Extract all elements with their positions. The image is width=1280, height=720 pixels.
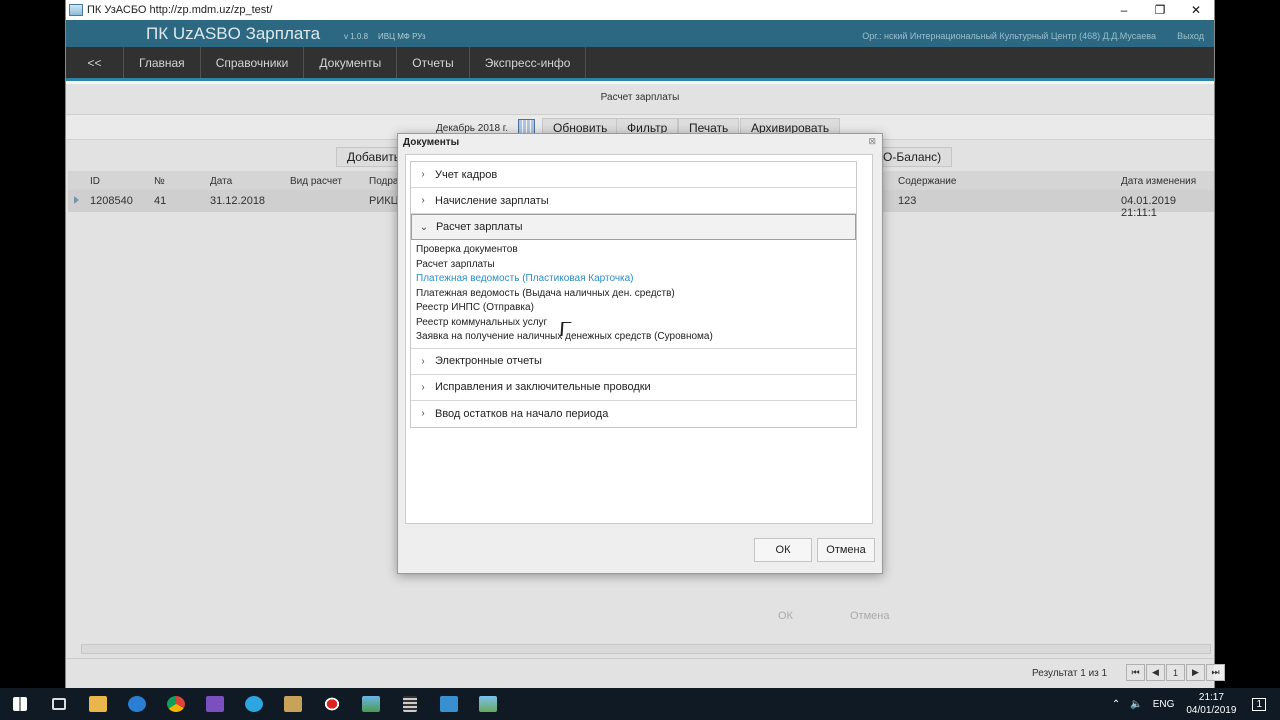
photos-icon[interactable] (468, 688, 507, 720)
edge-icon[interactable] (117, 688, 156, 720)
document-link-highlighted[interactable]: Платежная ведомость (Пластиковая Карточк… (416, 273, 856, 288)
accordion-section-payroll[interactable]: ⌄ Расчет зарплаты (411, 214, 856, 240)
clock-time: 21:17 (1198, 692, 1224, 703)
window-title: ПК УзАСБО http://zp.mdm.uz/zp_test/ (87, 4, 273, 16)
section-label: Начисление зарплаты (435, 194, 549, 207)
chevron-up-icon[interactable]: ⌃ (1112, 699, 1120, 710)
document-link[interactable]: Заявка на получение наличных денежных ср… (416, 331, 856, 346)
documents-dialog: Документы ⊠ › Учет кадров › Начисление з… (397, 133, 883, 574)
language-indicator[interactable]: ENG (1153, 699, 1175, 710)
file-explorer-icon[interactable] (78, 688, 117, 720)
section-label: Учет кадров (435, 168, 498, 181)
accordion-section-accrual[interactable]: › Начисление зарплаты (411, 188, 856, 214)
payroll-document-list: Проверка документов Расчет зарплаты Плат… (411, 240, 856, 349)
taskbar: ⌃ 🔈 ENG 21:17 04/01/2019 1 (0, 688, 1280, 720)
documents-accordion: › Учет кадров › Начисление зарплаты ⌄ Ра… (410, 161, 857, 428)
record-icon[interactable] (312, 688, 351, 720)
windows-icon[interactable] (0, 688, 39, 720)
dialog-title: Документы (403, 137, 460, 148)
accordion-section-corrections[interactable]: › Исправления и заключительные проводки (411, 374, 856, 401)
speaker-icon[interactable]: 🔈 (1130, 699, 1142, 710)
cancel-button[interactable]: Отмена (817, 538, 875, 562)
window-titlebar: ПК УзАСБО http://zp.mdm.uz/zp_test/ – ❐ … (66, 0, 1214, 20)
dialog-body: › Учет кадров › Начисление зарплаты ⌄ Ра… (405, 154, 873, 524)
app-window-icon (69, 4, 83, 16)
dialog-close-icon[interactable]: ⊠ (868, 136, 876, 147)
telegram-icon[interactable] (234, 688, 273, 720)
app-icon[interactable] (273, 688, 312, 720)
remote-desktop-icon[interactable] (429, 688, 468, 720)
document-link[interactable]: Платежная ведомость (Выдача наличных ден… (416, 288, 856, 303)
chevron-right-icon: › (421, 355, 425, 367)
chevron-down-icon: ⌄ (419, 221, 429, 233)
clock-date: 04/01/2019 (1186, 705, 1237, 716)
calculator-icon[interactable] (390, 688, 429, 720)
document-link[interactable]: Проверка документов (416, 244, 856, 259)
accordion-section-balances[interactable]: › Ввод остатков на начало периода (411, 400, 856, 427)
section-label: Исправления и заключительные проводки (435, 381, 651, 393)
system-tray: ⌃ 🔈 ENG 21:17 04/01/2019 1 (1102, 688, 1280, 720)
minimize-button[interactable]: – (1106, 0, 1142, 20)
background-cancel-button: Отмена (850, 610, 890, 622)
section-label: Расчет зарплаты (436, 221, 523, 233)
accordion-section-hr[interactable]: › Учет кадров (411, 162, 856, 188)
ok-button[interactable]: ОК (754, 538, 812, 562)
notification-icon[interactable]: 1 (1252, 697, 1266, 711)
accordion-section-e-reports[interactable]: › Электронные отчеты (411, 348, 856, 375)
chevron-right-icon: › (421, 408, 425, 419)
background-ok-button: ОК (778, 610, 793, 622)
image-viewer-icon[interactable] (351, 688, 390, 720)
chevron-right-icon: › (421, 195, 425, 206)
clock[interactable]: 21:17 04/01/2019 (1186, 691, 1236, 717)
close-button[interactable]: ✕ (1178, 0, 1214, 20)
visual-studio-icon[interactable] (195, 688, 234, 720)
document-link[interactable]: Расчет зарплаты (416, 259, 856, 274)
document-link[interactable]: Реестр ИНПС (Отправка) (416, 302, 856, 317)
chevron-right-icon: › (421, 169, 425, 180)
section-label: Электронные отчеты (435, 355, 542, 367)
window-controls: – ❐ ✕ (1106, 0, 1214, 20)
mouse-cursor-icon (560, 322, 572, 336)
task-view-icon[interactable] (39, 688, 78, 720)
document-link[interactable]: Реестр коммунальных услуг (416, 317, 856, 332)
section-label: Ввод остатков на начало периода (435, 407, 609, 420)
maximize-button[interactable]: ❐ (1142, 0, 1178, 20)
chrome-icon[interactable] (156, 688, 195, 720)
chevron-right-icon: › (421, 381, 425, 393)
